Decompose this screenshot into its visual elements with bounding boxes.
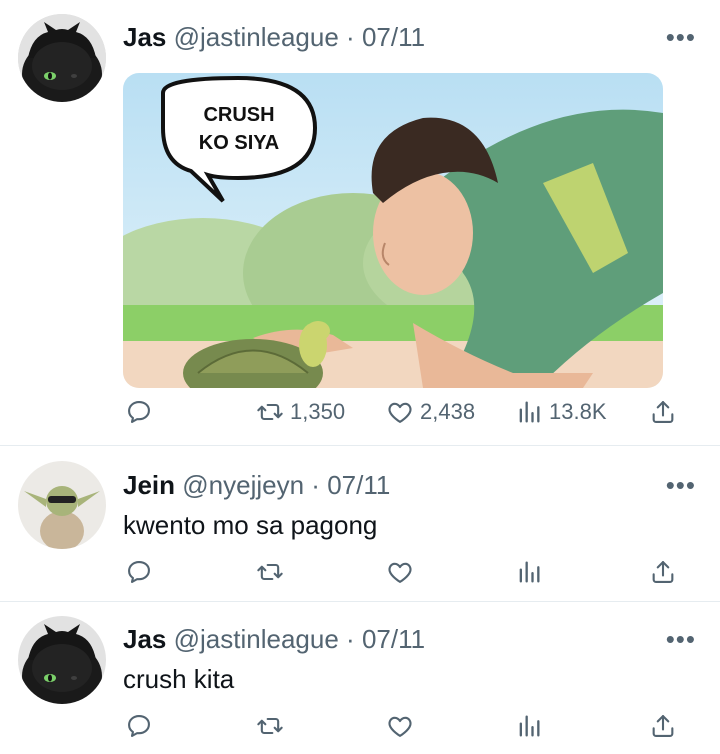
heart-icon bbox=[386, 712, 414, 740]
tweet-date[interactable]: 07/11 bbox=[362, 624, 425, 654]
bubble-caption-line-2: KO SIYA bbox=[199, 132, 279, 154]
reply-icon bbox=[125, 558, 153, 586]
more-icon[interactable]: ••• bbox=[666, 624, 696, 655]
display-name[interactable]: Jas bbox=[123, 22, 166, 52]
heart-icon bbox=[386, 558, 414, 586]
share-button[interactable] bbox=[649, 558, 677, 586]
share-icon bbox=[649, 398, 677, 426]
retweet-count: 1,350 bbox=[290, 399, 346, 424]
views-icon bbox=[515, 712, 543, 740]
like-button[interactable] bbox=[386, 712, 414, 740]
tweet-header: Jein @nyejjeyn · 07/11 bbox=[123, 470, 390, 501]
retweet-button[interactable]: 1,350 bbox=[256, 398, 345, 426]
tweet-header: Jas @jastinleague · 07/11 bbox=[123, 22, 425, 53]
views-button[interactable] bbox=[515, 558, 543, 586]
user-handle[interactable]: @nyejjeyn bbox=[182, 470, 304, 500]
tweet-actions: 1,350 2,438 13.8K bbox=[0, 398, 720, 438]
tweet-illustration: CRUSH KO SIYA bbox=[123, 73, 663, 388]
tweet-date[interactable]: 07/11 bbox=[327, 470, 390, 500]
heart-icon bbox=[386, 398, 414, 426]
avatar[interactable] bbox=[18, 616, 106, 704]
tweet-header: Jas @jastinleague · 07/11 bbox=[123, 624, 425, 655]
tweet-1[interactable]: Jas @jastinleague · 07/11 ••• CRUSH KO S… bbox=[0, 0, 720, 445]
user-handle[interactable]: @jastinleague bbox=[174, 22, 339, 52]
display-name[interactable]: Jein bbox=[123, 470, 175, 500]
retweet-icon bbox=[256, 398, 284, 426]
tweet-actions bbox=[0, 712, 720, 752]
user-handle[interactable]: @jastinleague bbox=[174, 624, 339, 654]
retweet-icon bbox=[256, 712, 284, 740]
more-icon[interactable]: ••• bbox=[666, 470, 696, 501]
reply-button[interactable] bbox=[125, 712, 153, 740]
like-count: 2,438 bbox=[420, 399, 476, 424]
like-button[interactable]: 2,438 bbox=[386, 398, 475, 426]
tweet-actions bbox=[0, 558, 720, 598]
more-icon[interactable]: ••• bbox=[666, 22, 696, 53]
tweet-text: crush kita bbox=[123, 664, 235, 694]
reply-button[interactable] bbox=[125, 398, 153, 426]
avatar-dragon-image bbox=[18, 14, 106, 102]
bubble-caption-line-1: CRUSH bbox=[203, 104, 274, 126]
separator-dot: · bbox=[346, 22, 355, 52]
tweet-3[interactable]: Jas @jastinleague · 07/11 ••• crush kita bbox=[0, 602, 720, 754]
reply-icon bbox=[125, 712, 153, 740]
views-icon bbox=[515, 398, 543, 426]
tweet-image[interactable]: CRUSH KO SIYA bbox=[123, 73, 663, 388]
retweet-button[interactable] bbox=[256, 712, 284, 740]
like-button[interactable] bbox=[386, 558, 414, 586]
avatar[interactable] bbox=[18, 461, 106, 549]
reply-icon bbox=[125, 398, 153, 426]
avatar-dragon-image bbox=[18, 616, 106, 704]
share-icon bbox=[649, 558, 677, 586]
share-button[interactable] bbox=[649, 398, 677, 426]
views-icon bbox=[515, 558, 543, 586]
views-button[interactable]: 13.8K bbox=[515, 398, 607, 426]
display-name[interactable]: Jas bbox=[123, 624, 166, 654]
retweet-button[interactable] bbox=[256, 558, 284, 586]
separator-dot: · bbox=[311, 470, 320, 500]
tweet-2[interactable]: Jein @nyejjeyn · 07/11 ••• kwento mo sa … bbox=[0, 446, 720, 601]
tweet-text: kwento mo sa pagong bbox=[123, 510, 378, 540]
share-icon bbox=[649, 712, 677, 740]
views-button[interactable] bbox=[515, 712, 543, 740]
avatar-grogu-image bbox=[18, 461, 106, 549]
share-button[interactable] bbox=[649, 712, 677, 740]
tweet-date[interactable]: 07/11 bbox=[362, 22, 425, 52]
retweet-icon bbox=[256, 558, 284, 586]
views-count: 13.8K bbox=[549, 399, 607, 424]
separator-dot: · bbox=[346, 624, 355, 654]
avatar[interactable] bbox=[18, 14, 106, 102]
reply-button[interactable] bbox=[125, 558, 153, 586]
